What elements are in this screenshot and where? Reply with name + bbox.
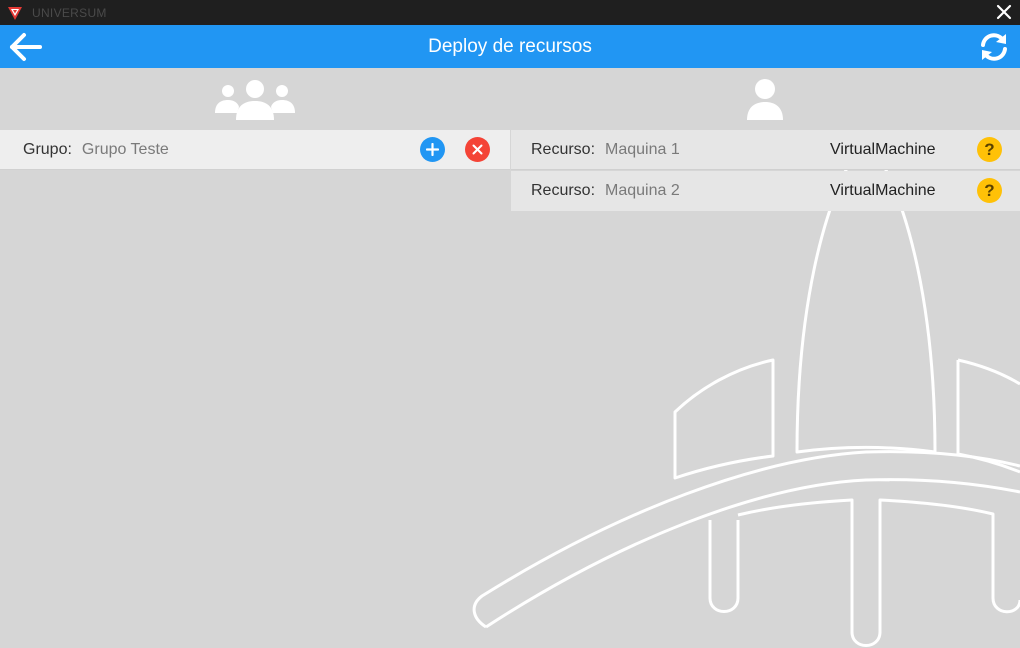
groups-column-header	[0, 72, 510, 126]
resource-type: VirtualMachine	[830, 140, 936, 158]
refresh-button[interactable]	[976, 29, 1012, 65]
resource-name: Maquina 2	[605, 182, 680, 199]
universum-logo-icon	[6, 4, 24, 22]
resource-list-item[interactable]: Recurso: Maquina 2 VirtualMachine ?	[511, 171, 1020, 211]
delete-group-button[interactable]	[465, 137, 490, 162]
resources-column-header	[510, 72, 1020, 126]
resource-name: Maquina 1	[605, 140, 680, 158]
resource-help-button[interactable]: ?	[977, 178, 1002, 203]
page-title: Deploy de recursos	[428, 36, 592, 57]
user-icon	[747, 79, 783, 120]
window-titlebar: UNIVERSUM	[0, 0, 1020, 25]
resource-list-item[interactable]: Recurso: Maquina 1 VirtualMachine ?	[511, 130, 1020, 170]
resource-type: VirtualMachine	[830, 182, 936, 199]
resource-label: Recurso:	[531, 140, 596, 158]
plus-icon	[426, 143, 439, 156]
arrow-left-icon	[10, 33, 42, 61]
users-group-icon	[215, 80, 295, 120]
window-close-button[interactable]	[994, 2, 1014, 22]
add-group-button[interactable]	[420, 137, 445, 162]
refresh-icon	[981, 33, 1007, 61]
close-icon	[996, 4, 1012, 20]
resource-help-button[interactable]: ?	[977, 137, 1002, 162]
app-bar: Deploy de recursos	[0, 25, 1020, 68]
close-icon	[472, 144, 483, 155]
app-name: UNIVERSUM	[32, 5, 107, 20]
resource-label: Recurso:	[531, 182, 596, 199]
back-button[interactable]	[6, 30, 44, 64]
group-name: Grupo Teste	[81, 140, 169, 158]
group-list-item[interactable]: Grupo: Grupo Teste	[0, 130, 510, 170]
group-label: Grupo:	[23, 140, 72, 158]
